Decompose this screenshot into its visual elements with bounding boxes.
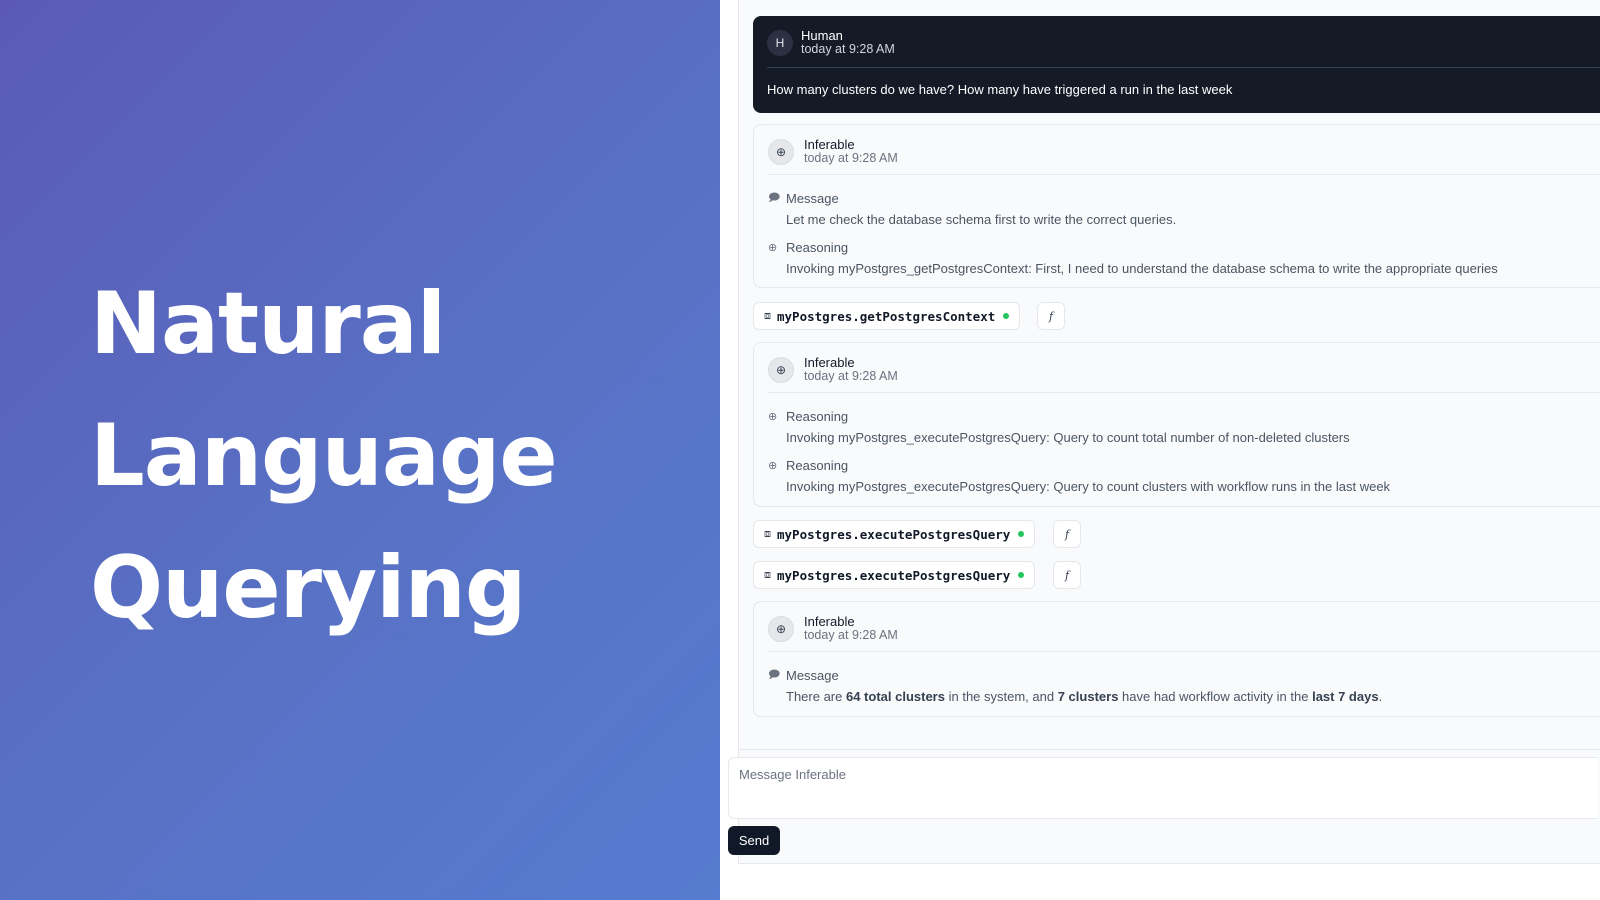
- reasoning-section: ⊕ Reasoning Invoking myPostgres_executeP…: [768, 457, 1598, 497]
- agent-message: ⊕ Inferable today at 9:28 AM 🗩 Message T…: [753, 601, 1600, 717]
- avatar: H: [767, 30, 793, 56]
- message-header: ⊕ Inferable today at 9:28 AM: [768, 355, 1068, 387]
- function-details-button[interactable]: f: [1053, 520, 1081, 548]
- send-button[interactable]: Send: [728, 826, 780, 855]
- section-label: 🗩 Message: [768, 190, 839, 206]
- section-label: 🗩 Message: [768, 667, 839, 683]
- cpu-icon: ⧈: [764, 309, 771, 322]
- divider: [768, 174, 1600, 175]
- message-author: Inferable: [804, 614, 855, 629]
- function-icon: f: [1048, 309, 1054, 323]
- brain-icon: ⊕: [768, 139, 794, 165]
- message-author: Human: [801, 28, 843, 43]
- status-dot: [1018, 531, 1025, 537]
- brain-icon: ⊕: [768, 459, 778, 472]
- reasoning-section: ⊕ Reasoning Invoking myPostgres_getPostg…: [768, 239, 1598, 279]
- divider: [768, 392, 1600, 393]
- divider: [768, 651, 1600, 652]
- chat-app: H Human today at 9:28 AM How many cluste…: [720, 0, 1600, 900]
- tool-name: myPostgres.executePostgresQuery: [777, 526, 1011, 542]
- brain-icon: ⊕: [768, 241, 778, 254]
- status-dot: [1018, 572, 1025, 578]
- chat-panel: H Human today at 9:28 AM How many cluste…: [738, 0, 1600, 864]
- message-section: 🗩 Message There are 64 total clusters in…: [768, 667, 1598, 707]
- hero-title: Natural Language Querying: [90, 258, 690, 654]
- cpu-icon: ⧈: [764, 568, 771, 581]
- message-header: ⊕ Inferable today at 9:28 AM: [768, 137, 1068, 169]
- human-message: H Human today at 9:28 AM How many cluste…: [753, 16, 1600, 113]
- section-label-text: Message: [786, 667, 839, 683]
- answer-text: have had workflow activity in the: [1118, 689, 1313, 704]
- section-body: Invoking myPostgres_executePostgresQuery…: [786, 479, 1391, 494]
- message-timestamp: today at 9:28 AM: [804, 151, 898, 165]
- message-author: Inferable: [804, 355, 855, 370]
- hero-title-line: Querying: [90, 538, 526, 638]
- cpu-icon: ⧈: [764, 527, 771, 540]
- answer-highlight: last 7 days: [1312, 689, 1379, 704]
- message-circle-icon: 🗩: [768, 668, 781, 681]
- section-label-text: Message: [786, 190, 839, 206]
- message-timestamp: today at 9:28 AM: [804, 628, 898, 642]
- hero-panel: Natural Language Querying: [0, 0, 720, 900]
- message-header: ⊕ Inferable today at 9:28 AM: [768, 614, 1068, 646]
- answer-text: There are: [786, 689, 846, 704]
- function-details-button[interactable]: f: [1037, 302, 1065, 330]
- function-icon: f: [1064, 527, 1070, 541]
- brain-icon: ⊕: [768, 357, 794, 383]
- message-composer: [728, 757, 1598, 819]
- section-label: ⊕ Reasoning: [768, 457, 848, 473]
- tool-call-chip[interactable]: ⧈ myPostgres.getPostgresContext: [753, 302, 1021, 330]
- section-label: ⊕ Reasoning: [768, 239, 848, 255]
- section-label-text: Reasoning: [786, 408, 849, 424]
- message-circle-icon: 🗩: [768, 191, 781, 204]
- message-author: Inferable: [804, 137, 855, 152]
- brain-icon: ⊕: [768, 616, 794, 642]
- agent-message: ⊕ Inferable today at 9:28 AM 🗩 Message L…: [753, 124, 1600, 288]
- message-text: How many clusters do we have? How many h…: [767, 82, 1233, 97]
- message-timestamp: today at 9:28 AM: [801, 42, 895, 56]
- divider: [767, 67, 1600, 68]
- answer-highlight: 7 clusters: [1057, 689, 1119, 704]
- answer-text: .: [1378, 689, 1383, 704]
- section-body: There are 64 total clusters in the syste…: [786, 689, 1382, 704]
- function-icon: f: [1064, 568, 1070, 582]
- hero-title-line: Natural: [90, 274, 446, 374]
- section-body: Let me check the database schema first t…: [786, 212, 1177, 227]
- agent-message: ⊕ Inferable today at 9:28 AM ⊕ Reasoning…: [753, 342, 1600, 507]
- answer-text: in the system, and: [944, 689, 1058, 704]
- tool-call-chip[interactable]: ⧈ myPostgres.executePostgresQuery: [753, 561, 1036, 589]
- reasoning-section: ⊕ Reasoning Invoking myPostgres_executeP…: [768, 408, 1598, 448]
- tool-name: myPostgres.executePostgresQuery: [777, 567, 1011, 583]
- message-timestamp: today at 9:28 AM: [804, 369, 898, 383]
- status-dot: [1003, 313, 1010, 319]
- brain-icon: ⊕: [768, 410, 778, 423]
- section-label: ⊕ Reasoning: [768, 408, 848, 424]
- hero-title-line: Language: [90, 406, 558, 506]
- message-feed[interactable]: H Human today at 9:28 AM How many cluste…: [739, 0, 1600, 750]
- answer-highlight: 64 total clusters: [845, 689, 945, 704]
- message-input[interactable]: [729, 758, 1598, 818]
- section-label-text: Reasoning: [786, 457, 849, 473]
- function-details-button[interactable]: f: [1053, 561, 1081, 589]
- section-body: Invoking myPostgres_executePostgresQuery…: [786, 430, 1350, 445]
- tool-name: myPostgres.getPostgresContext: [777, 308, 996, 324]
- section-body: Invoking myPostgres_getPostgresContext: …: [786, 261, 1498, 276]
- message-section: 🗩 Message Let me check the database sche…: [768, 190, 1598, 230]
- tool-call-chip[interactable]: ⧈ myPostgres.executePostgresQuery: [753, 520, 1036, 548]
- section-label-text: Reasoning: [786, 239, 849, 255]
